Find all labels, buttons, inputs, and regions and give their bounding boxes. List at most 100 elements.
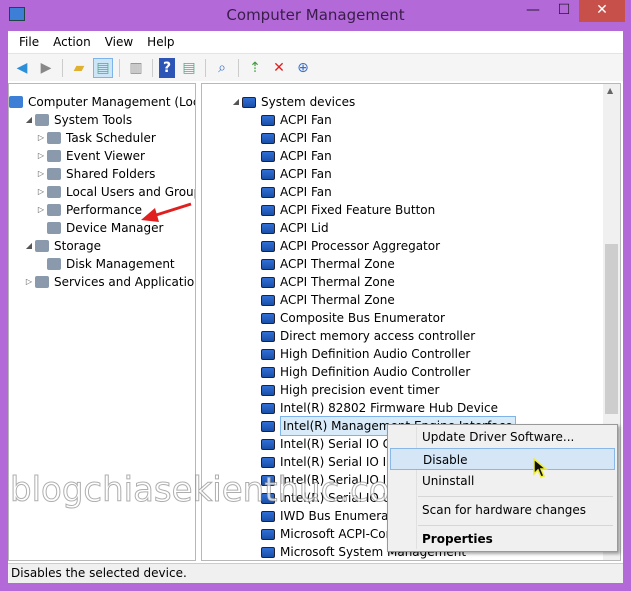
device-label: ACPI Fan <box>280 131 332 145</box>
uninstall-device-icon[interactable]: ⊕ <box>293 58 313 78</box>
menu-bar: File Action View Help <box>8 31 623 53</box>
device-icon <box>261 276 275 288</box>
device-item[interactable]: High precision event timer <box>261 381 439 399</box>
tree-item[interactable]: Disk Management <box>35 255 175 273</box>
device-item[interactable]: ACPI Fan <box>261 165 332 183</box>
device-icon <box>261 114 275 126</box>
device-item[interactable]: ACPI Thermal Zone <box>261 255 395 273</box>
tree-node-icon <box>47 258 61 270</box>
device-label: ACPI Fixed Feature Button <box>280 203 436 217</box>
device-label: ACPI Processor Aggregator <box>280 239 441 253</box>
tree-item-label: System Tools <box>54 113 133 127</box>
expander-icon[interactable]: ◢ <box>23 111 35 129</box>
device-item[interactable]: ACPI Fan <box>261 111 332 129</box>
tree-item[interactable]: ◢ Storage <box>23 237 101 255</box>
device-label: ACPI Lid <box>280 221 329 235</box>
device-item[interactable]: High Definition Audio Controller <box>261 363 470 381</box>
properties-icon[interactable]: ▥ <box>126 58 146 78</box>
device-icon <box>261 402 275 414</box>
device-item[interactable]: High Definition Audio Controller <box>261 345 470 363</box>
tree-item[interactable]: ▷ Task Scheduler <box>35 129 156 147</box>
device-label: Direct memory access controller <box>280 329 476 343</box>
menu-item-uninstall[interactable]: Uninstall <box>390 470 615 492</box>
minimize-button[interactable]: — <box>518 0 548 22</box>
menu-help[interactable]: Help <box>140 31 181 53</box>
action-pane-icon[interactable]: ▤ <box>179 58 199 78</box>
device-item[interactable]: Intel(R) 82802 Firmware Hub Device <box>261 399 498 417</box>
device-item[interactable]: ACPI Processor Aggregator <box>261 237 440 255</box>
expander-icon[interactable]: ▷ <box>35 129 47 147</box>
menu-item-disable[interactable]: Disable <box>390 448 615 470</box>
scrollbar-thumb[interactable] <box>605 244 618 414</box>
menu-item-scan-hardware[interactable]: Scan for hardware changes <box>390 499 615 521</box>
forward-icon[interactable]: ▶ <box>36 58 56 78</box>
watermark: blogchiasekienthuc.com <box>10 470 424 511</box>
device-item[interactable]: ACPI Thermal Zone <box>261 291 395 309</box>
device-icon <box>261 366 275 378</box>
tree-node-icon <box>35 114 49 126</box>
show-hide-tree-icon[interactable]: ▤ <box>93 57 113 78</box>
device-item[interactable]: Composite Bus Enumerator <box>261 309 445 327</box>
device-icon <box>261 150 275 162</box>
device-icon <box>261 348 275 360</box>
device-label: Intel(R) Serial IO I2C <box>280 455 403 469</box>
tree-node-icon <box>35 240 49 252</box>
help-icon[interactable]: ? <box>159 57 175 78</box>
tree-item-label: Performance <box>66 203 143 217</box>
scan-hardware-icon[interactable]: ⌕ <box>212 58 232 78</box>
device-category[interactable]: ◢ System devices <box>230 93 355 111</box>
device-item[interactable]: ACPI Thermal Zone <box>261 273 395 291</box>
tree-item[interactable]: Computer Management (Local) <box>9 93 195 111</box>
up-folder-icon[interactable]: ▰ <box>69 58 89 78</box>
menu-item-update-driver[interactable]: Update Driver Software... <box>390 426 615 448</box>
maximize-button[interactable]: ☐ <box>549 0 579 22</box>
device-item[interactable]: ACPI Lid <box>261 219 329 237</box>
device-item[interactable]: Direct memory access controller <box>261 327 475 345</box>
device-icon <box>261 456 275 468</box>
device-label: ACPI Thermal Zone <box>280 257 395 271</box>
tree-item[interactable]: ▷ Event Viewer <box>35 147 145 165</box>
disable-device-icon[interactable]: ✕ <box>269 58 289 78</box>
menu-view[interactable]: View <box>98 31 140 53</box>
tree-item[interactable]: ▷ Services and Applications <box>23 273 195 291</box>
device-icon <box>261 546 275 558</box>
tree-node-icon <box>47 150 61 162</box>
expander-icon[interactable]: ▷ <box>23 273 35 291</box>
close-button[interactable]: ✕ <box>579 0 625 22</box>
tree-item-label: Disk Management <box>66 257 175 271</box>
context-menu: Update Driver Software... Disable Uninst… <box>387 424 618 552</box>
tree-node-icon <box>47 222 61 234</box>
device-label: Composite Bus Enumerator <box>280 311 445 325</box>
device-item[interactable]: ACPI Fan <box>261 129 332 147</box>
device-label: Intel(R) 82802 Firmware Hub Device <box>280 401 498 415</box>
system-devices-icon <box>242 96 256 108</box>
device-item[interactable]: Intel(R) Serial IO I2C <box>261 453 402 471</box>
tree-node-icon <box>47 186 61 198</box>
expander-icon[interactable]: ▷ <box>35 183 47 201</box>
device-icon <box>261 510 275 522</box>
expander-icon[interactable]: ◢ <box>23 237 35 255</box>
expander-icon[interactable]: ▷ <box>35 201 47 219</box>
menu-action[interactable]: Action <box>46 31 98 53</box>
tree-item[interactable]: ▷ Performance <box>35 201 142 219</box>
tree-item[interactable]: ▷ Shared Folders <box>35 165 155 183</box>
expander-icon[interactable]: ▷ <box>35 165 47 183</box>
device-item[interactable]: ACPI Fixed Feature Button <box>261 201 435 219</box>
menu-item-properties[interactable]: Properties <box>390 528 615 550</box>
tree-item[interactable]: ◢ System Tools <box>23 111 132 129</box>
back-icon[interactable]: ◀ <box>12 58 32 78</box>
expander-icon[interactable]: ▷ <box>35 147 47 165</box>
device-icon <box>261 168 275 180</box>
device-item[interactable]: ACPI Fan <box>261 183 332 201</box>
menu-file[interactable]: File <box>12 31 46 53</box>
mouse-cursor-icon <box>533 458 549 478</box>
expander-icon[interactable]: ◢ <box>230 93 242 111</box>
title-bar: Computer Management — ☐ ✕ <box>0 0 631 32</box>
toolbar: ◀ ▶ ▰ ▤ ▥ ? ▤ ⌕ ⇡ ✕ ⊕ <box>8 53 623 81</box>
device-icon <box>261 222 275 234</box>
update-driver-icon[interactable]: ⇡ <box>245 58 265 78</box>
device-label: ACPI Fan <box>280 113 332 127</box>
device-item[interactable]: ACPI Fan <box>261 147 332 165</box>
tree-item-label: Storage <box>54 239 101 253</box>
device-icon <box>261 528 275 540</box>
